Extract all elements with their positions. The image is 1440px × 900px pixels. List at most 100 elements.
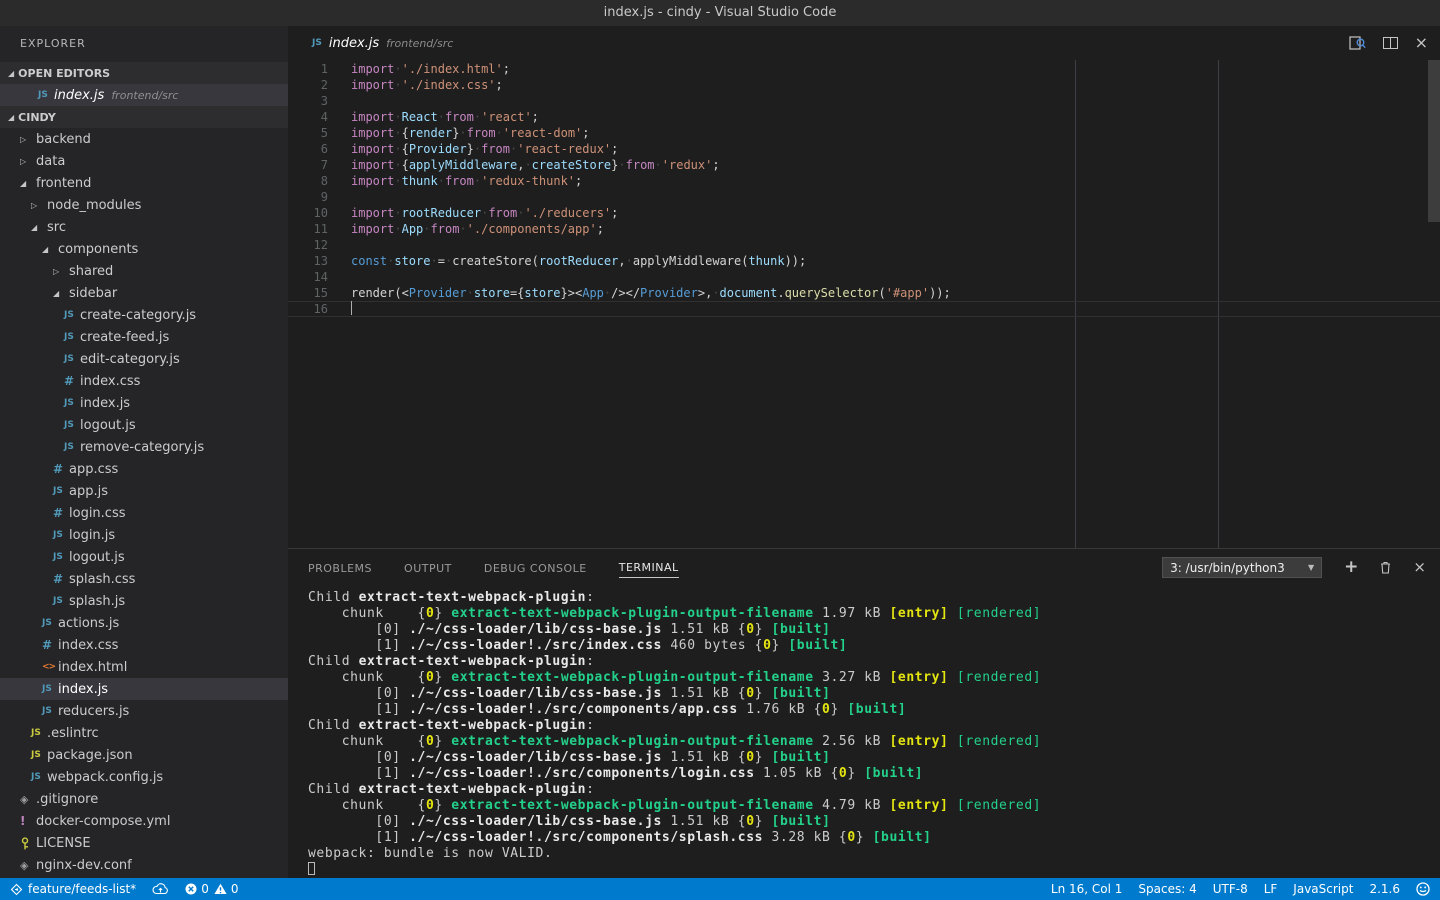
- tree-item-shared[interactable]: ▷shared: [0, 260, 288, 282]
- tree-item-logout-js[interactable]: JSlogout.js: [0, 414, 288, 436]
- tree-item-sidebar[interactable]: ◢sidebar: [0, 282, 288, 304]
- terminal-picker-dropdown[interactable]: 3: /usr/bin/python3 ▼: [1162, 557, 1322, 578]
- tree-item-webpack-config-js[interactable]: JSwebpack.config.js: [0, 766, 288, 788]
- code-line-7[interactable]: 7import·{applyMiddleware,·createStore}·f…: [288, 157, 1440, 173]
- code-line-13[interactable]: 13const·store·=·createStore(rootReducer,…: [288, 253, 1440, 269]
- code-line-12[interactable]: 12: [288, 237, 1440, 253]
- code-line-4[interactable]: 4import·React·from·'react';: [288, 109, 1440, 125]
- js-file-icon: JS: [53, 486, 69, 496]
- terminal-line: chunk {0} extract-text-webpack-plugin-ou…: [308, 734, 1440, 750]
- code-line-8[interactable]: 8import·thunk·from·'redux-thunk';: [288, 173, 1440, 189]
- code-line-15[interactable]: 15render(<Provider·store={store}><App·/>…: [288, 285, 1440, 301]
- code-line-2[interactable]: 2import·'./index.css';: [288, 77, 1440, 93]
- terminal-line: [1] ./~/css-loader!./src/index.css 460 b…: [308, 638, 1440, 654]
- config-file-icon: ◈: [20, 859, 36, 872]
- panel-tabs: PROBLEMS OUTPUT DEBUG CONSOLE TERMINAL: [308, 557, 711, 578]
- code-line-10[interactable]: 10import·rootReducer·from·'./reducers';: [288, 205, 1440, 221]
- js-file-icon: JS: [42, 706, 58, 716]
- code-line-6[interactable]: 6import·{Provider}·from·'react-redux';: [288, 141, 1440, 157]
- panel-tab-debug-console[interactable]: DEBUG CONSOLE: [484, 558, 587, 578]
- close-panel-icon[interactable]: ×: [1413, 560, 1426, 575]
- version-indicator[interactable]: 2.1.6: [1369, 878, 1400, 900]
- line-number: 12: [288, 237, 328, 253]
- terminal-cursor: [308, 862, 315, 875]
- tree-item-eslintrc[interactable]: JS.eslintrc: [0, 722, 288, 744]
- tree-item-index-html[interactable]: <>index.html: [0, 656, 288, 678]
- git-branch-label: feature/feeds-list*: [28, 882, 136, 896]
- folder-section-header[interactable]: ◢ CINDY: [0, 106, 288, 128]
- sync-publish-item[interactable]: [152, 878, 169, 900]
- tree-item-nginx-dev-conf[interactable]: ◈nginx-dev.conf: [0, 854, 288, 876]
- line-number: 5: [288, 125, 328, 141]
- code-line-11[interactable]: 11import·App·from·'./components/app';: [288, 221, 1440, 237]
- file-label: logout.js: [69, 550, 125, 565]
- editor-scrollbar[interactable]: [1428, 60, 1440, 222]
- collapsed-arrow-icon: ▷: [31, 201, 47, 210]
- tree-item-logout-js[interactable]: JSlogout.js: [0, 546, 288, 568]
- file-label: webpack.config.js: [47, 770, 163, 785]
- line-number: 6: [288, 141, 328, 157]
- panel-tab-output[interactable]: OUTPUT: [404, 558, 452, 578]
- terminal-output[interactable]: Child extract-text-webpack-plugin: chunk…: [288, 586, 1440, 878]
- tree-item-edit-category-js[interactable]: JSedit-category.js: [0, 348, 288, 370]
- tree-item-login-css[interactable]: #login.css: [0, 502, 288, 524]
- terminal-line: [0] ./~/css-loader/lib/css-base.js 1.51 …: [308, 686, 1440, 702]
- tree-item-package-json[interactable]: JSpackage.json: [0, 744, 288, 766]
- terminal-line: chunk {0} extract-text-webpack-plugin-ou…: [308, 798, 1440, 814]
- preview-icon[interactable]: [1349, 36, 1366, 50]
- language-indicator[interactable]: JavaScript: [1293, 878, 1353, 900]
- panel-tab-terminal[interactable]: TERMINAL: [619, 557, 679, 578]
- eol-indicator[interactable]: LF: [1264, 878, 1278, 900]
- tree-item-index-css[interactable]: #index.css: [0, 370, 288, 392]
- code-line-9[interactable]: 9: [288, 189, 1440, 205]
- encoding-indicator[interactable]: UTF-8: [1213, 878, 1248, 900]
- workbench: EXPLORER ◢ OPEN EDITORS JS index.js fron…: [0, 26, 1440, 878]
- file-label: nginx-dev.conf: [36, 858, 132, 873]
- open-editor-item-index-js[interactable]: JS index.js frontend/src: [0, 84, 288, 106]
- git-branch-item[interactable]: feature/feeds-list*: [10, 878, 136, 900]
- line-col-indicator[interactable]: Ln 16, Col 1: [1051, 878, 1123, 900]
- problems-item[interactable]: 0 0: [185, 878, 238, 900]
- tree-item-docker-compose-yml[interactable]: !docker-compose.yml: [0, 810, 288, 832]
- tree-item-license[interactable]: LICENSE: [0, 832, 288, 854]
- tree-item-remove-category-js[interactable]: JSremove-category.js: [0, 436, 288, 458]
- tree-item-splash-css[interactable]: #splash.css: [0, 568, 288, 590]
- tree-item-node-modules[interactable]: ▷node_modules: [0, 194, 288, 216]
- close-editor-icon[interactable]: ×: [1415, 35, 1428, 51]
- tree-item-index-js[interactable]: JSindex.js: [0, 678, 288, 700]
- tree-item-actions-js[interactable]: JSactions.js: [0, 612, 288, 634]
- tree-item-app-css[interactable]: #app.css: [0, 458, 288, 480]
- tree-item-reducers-js[interactable]: JSreducers.js: [0, 700, 288, 722]
- tree-item-index-js[interactable]: JSindex.js: [0, 392, 288, 414]
- tree-item-create-feed-js[interactable]: JScreate-feed.js: [0, 326, 288, 348]
- tree-item-gitignore[interactable]: ◈.gitignore: [0, 788, 288, 810]
- tab-index-js[interactable]: JS index.js frontend/src: [312, 36, 453, 51]
- panel-header: PROBLEMS OUTPUT DEBUG CONSOLE TERMINAL 3: /…: [288, 549, 1440, 586]
- code-line-3[interactable]: 3: [288, 93, 1440, 109]
- tree-item-app-js[interactable]: JSapp.js: [0, 480, 288, 502]
- tree-item-login-js[interactable]: JSlogin.js: [0, 524, 288, 546]
- code-line-16[interactable]: 16: [288, 301, 1440, 317]
- tree-item-index-css[interactable]: #index.css: [0, 634, 288, 656]
- trash-icon[interactable]: [1380, 561, 1391, 574]
- tree-item-create-category-js[interactable]: JScreate-category.js: [0, 304, 288, 326]
- file-label: logout.js: [80, 418, 136, 433]
- feedback-smiley-icon[interactable]: [1416, 882, 1430, 896]
- tree-item-splash-js[interactable]: JSsplash.js: [0, 590, 288, 612]
- code-line-5[interactable]: 5import·{render}·from·'react-dom';: [288, 125, 1440, 141]
- tree-item-data[interactable]: ▷data: [0, 150, 288, 172]
- js-file-icon: JS: [64, 310, 80, 320]
- code-line-1[interactable]: 1import·'./index.html';: [288, 61, 1440, 77]
- tree-item-backend[interactable]: ▷backend: [0, 128, 288, 150]
- tree-item-components[interactable]: ◢components: [0, 238, 288, 260]
- code-editor[interactable]: 1import·'./index.html';2import·'./index.…: [288, 60, 1440, 548]
- code-line-14[interactable]: 14: [288, 269, 1440, 285]
- panel-tab-problems[interactable]: PROBLEMS: [308, 558, 372, 578]
- indentation-indicator[interactable]: Spaces: 4: [1138, 878, 1196, 900]
- tree-item-src[interactable]: ◢src: [0, 216, 288, 238]
- new-terminal-icon[interactable]: +: [1344, 559, 1358, 576]
- file-label: create-feed.js: [80, 330, 169, 345]
- split-editor-icon[interactable]: [1383, 37, 1398, 49]
- open-editors-section-header[interactable]: ◢ OPEN EDITORS: [0, 62, 288, 84]
- tree-item-frontend[interactable]: ◢frontend: [0, 172, 288, 194]
